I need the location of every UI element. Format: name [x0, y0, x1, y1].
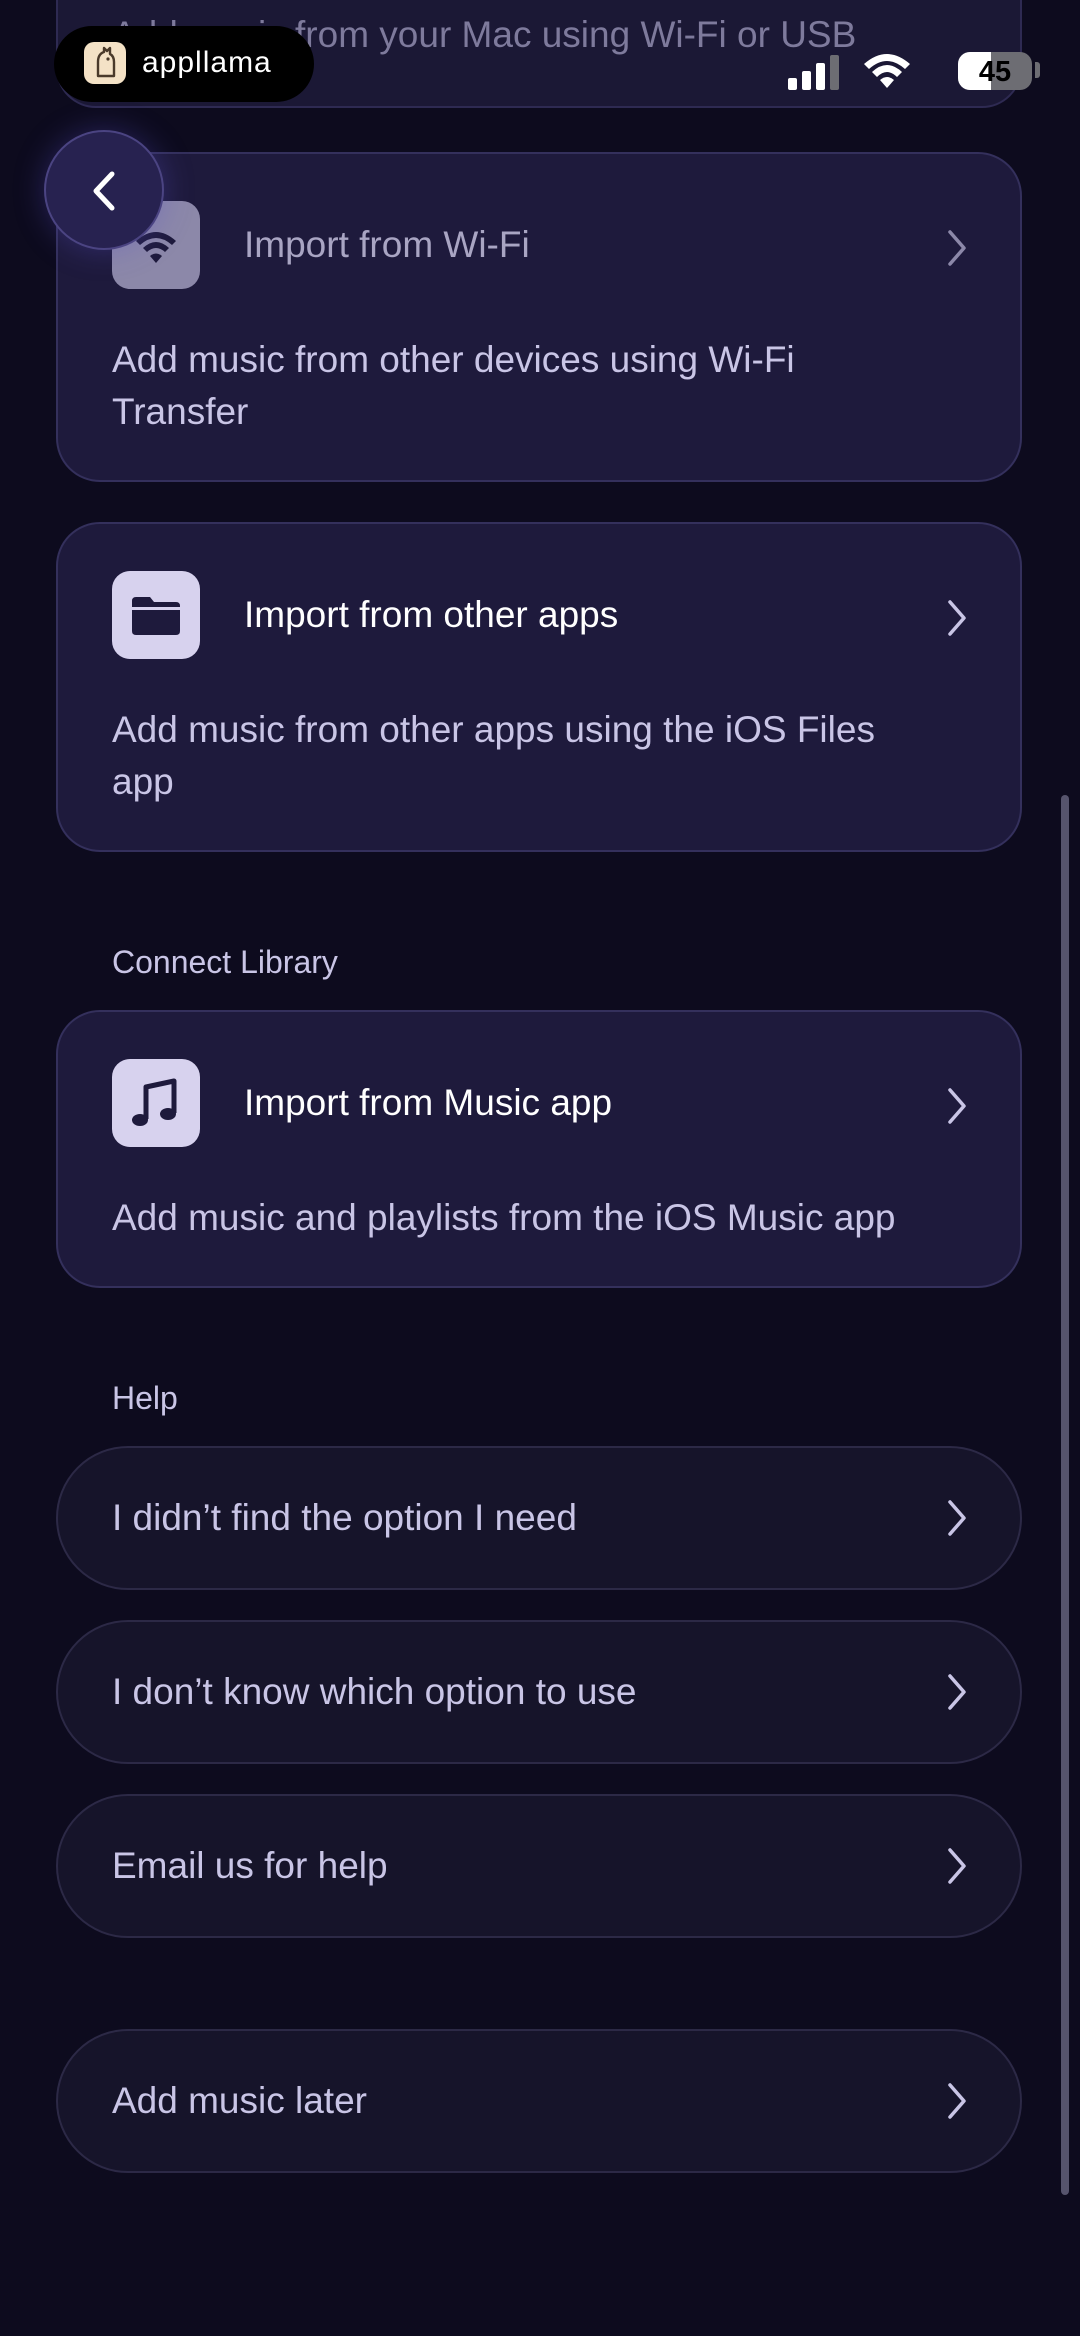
import-from-wifi-description: Add music from other devices using Wi-Fi…	[112, 339, 795, 432]
llama-logo-icon	[84, 42, 126, 84]
back-button[interactable]	[44, 130, 164, 250]
help-item-label: I didn’t find the option I need	[112, 1497, 577, 1538]
help-item-label: Email us for help	[112, 1845, 388, 1886]
battery-percent: 45	[978, 56, 1012, 88]
import-from-other-apps-card[interactable]: Import from other apps Add music from ot…	[56, 522, 1022, 852]
import-from-other-apps-title: Import from other apps	[244, 594, 619, 635]
chevron-right-icon	[944, 1672, 970, 1717]
help-section-label: Help	[112, 1380, 178, 1416]
chevron-left-icon	[93, 171, 115, 211]
connect-library-section-label: Connect Library	[112, 944, 338, 980]
app-indicator-pill: appllama	[54, 26, 314, 102]
import-from-wifi-title: Import from Wi-Fi	[244, 224, 530, 265]
chevron-right-icon	[944, 1498, 970, 1543]
help-item-option-not-found[interactable]: I didn’t find the option I need	[56, 1446, 1022, 1590]
import-from-music-app-title: Import from Music app	[244, 1082, 613, 1123]
add-music-later-button[interactable]: Add music later	[56, 2029, 1022, 2173]
add-music-later-label: Add music later	[112, 2080, 367, 2121]
chevron-right-icon	[944, 1846, 970, 1891]
battery-icon: 45	[958, 52, 1032, 90]
import-from-other-apps-description: Add music from other apps using the iOS …	[112, 709, 875, 802]
help-item-which-option[interactable]: I don’t know which option to use	[56, 1620, 1022, 1764]
import-from-music-app-card[interactable]: Import from Music app Add music and play…	[56, 1010, 1022, 1288]
help-item-label: I don’t know which option to use	[112, 1671, 637, 1712]
wifi-status-icon	[862, 52, 912, 95]
folder-icon	[112, 571, 200, 659]
cellular-signal-icon	[788, 54, 844, 95]
battery-nub	[1035, 62, 1040, 78]
help-item-email-us[interactable]: Email us for help	[56, 1794, 1022, 1938]
scroll-indicator[interactable]	[1061, 795, 1069, 2195]
app-name: appllama	[142, 46, 272, 79]
music-note-icon	[112, 1059, 200, 1147]
import-from-wifi-card[interactable]: Import from Wi-Fi Add music from other d…	[56, 152, 1022, 482]
chevron-right-icon	[944, 228, 970, 273]
chevron-right-icon	[944, 2081, 970, 2126]
chevron-right-icon	[944, 1086, 970, 1131]
import-from-music-app-description: Add music and playlists from the iOS Mus…	[112, 1197, 896, 1238]
chevron-right-icon	[944, 598, 970, 643]
